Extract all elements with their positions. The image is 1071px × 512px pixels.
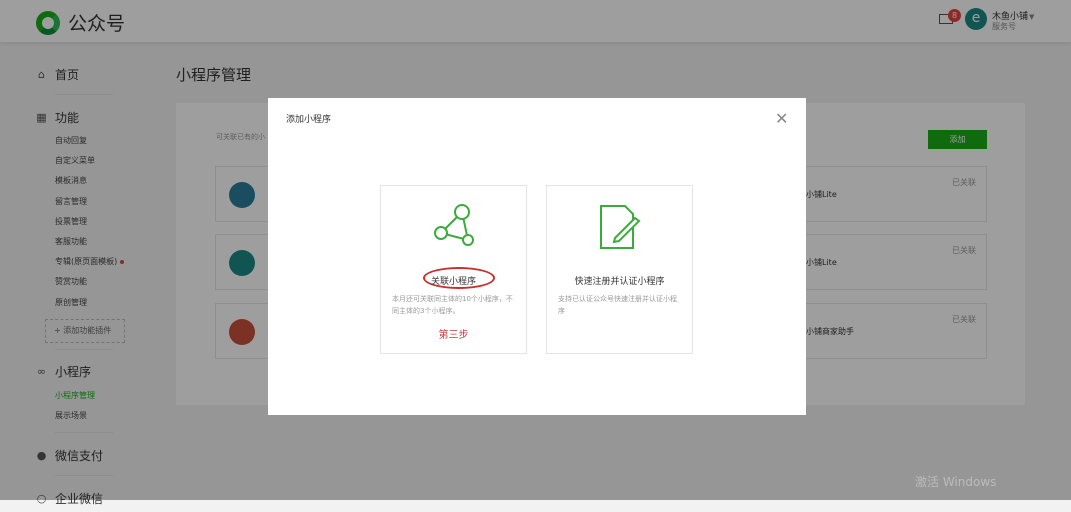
- network-icon: [434, 204, 474, 246]
- register-miniprogram-option[interactable]: 快速注册并认证小程序 支持已认证公众号快速注册并认证小程序: [546, 185, 693, 354]
- document-edit-icon: [600, 205, 641, 249]
- windows-activation-watermark: 激活 Windows: [915, 475, 997, 489]
- option-title: 快速注册并认证小程序: [574, 277, 665, 287]
- step-annotation: 第三步: [438, 330, 469, 341]
- option-description: 支持已认证公众号快速注册并认证小程序: [558, 295, 677, 315]
- dialog-title: 添加小程序: [286, 115, 332, 125]
- option-title: 关联小程序: [430, 277, 476, 287]
- option-description: 本月还可关联同主体的10个小程序，不同主体的3个小程序。: [392, 295, 513, 315]
- link-miniprogram-option[interactable]: 关联小程序 本月还可关联同主体的10个小程序，不同主体的3个小程序。 第三步: [380, 185, 527, 354]
- close-icon[interactable]: ✕: [775, 109, 788, 128]
- add-miniprogram-dialog: 添加小程序 ✕ 关联小程序 本月还可关联同主体的10个小程序，不同主体的3个小程…: [268, 98, 806, 415]
